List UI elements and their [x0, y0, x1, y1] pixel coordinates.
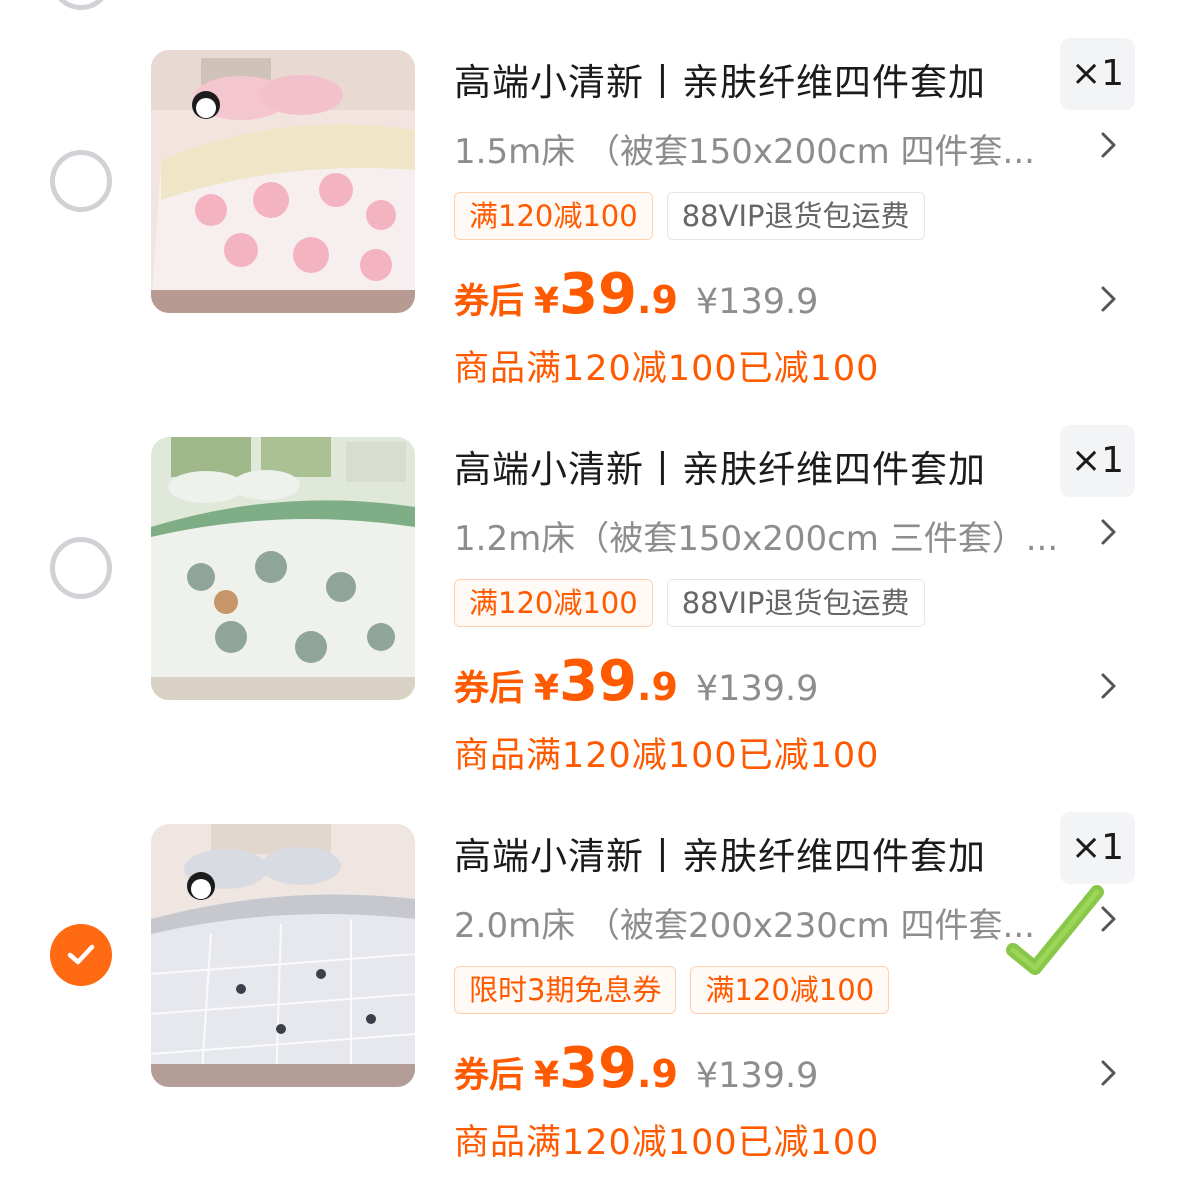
price-prefix: 券后 [454, 669, 525, 709]
discount-note: 商品满120减100已减100 [454, 1123, 880, 1163]
discount-note: 商品满120减100已减100 [454, 349, 880, 389]
price-prefix: 券后 [454, 1056, 525, 1096]
original-price: ¥139.9 [695, 669, 819, 709]
price-decimal: .9 [637, 665, 678, 709]
sku-selector[interactable]: 1.5m床 （被套150x200cm 四件套... [454, 124, 1035, 173]
price-currency: ¥ [534, 668, 560, 709]
tag-list: 限时3期免息券 满120减100 [454, 966, 890, 1014]
sku-selector[interactable]: 2.0m床 （被套200x230cm 四件套... [454, 898, 1035, 947]
promo-tag: 满120减100 [454, 192, 653, 240]
cart-item: 高端小清新丨亲肤纤维四件套加 ×1 1.2m床（被套150x200cm 三件套）… [0, 387, 1179, 776]
product-title[interactable]: 高端小清新丨亲肤纤维四件套加 [454, 439, 986, 493]
chevron-right-icon[interactable] [1098, 671, 1120, 701]
quantity-badge[interactable]: ×1 [1060, 425, 1135, 497]
promo-tag: 满120减100 [690, 966, 890, 1014]
chevron-right-icon[interactable] [1098, 130, 1120, 160]
chevron-right-icon[interactable] [1098, 1058, 1120, 1088]
chevron-right-icon[interactable] [1098, 284, 1120, 314]
cart-item: 高端小清新丨亲肤纤维四件套加 ×1 2.0m床 （被套200x230cm 四件套… [0, 774, 1179, 1163]
service-tag: 88VIP退货包运费 [666, 579, 925, 627]
sku-selector[interactable]: 1.2m床（被套150x200cm 三件套）... [454, 511, 1058, 560]
promo-tag: 满120减100 [454, 579, 653, 627]
product-title[interactable]: 高端小清新丨亲肤纤维四件套加 [454, 826, 986, 880]
price-currency: ¥ [534, 281, 560, 322]
price-row: 券后 ¥ 39 .9 ¥139.9 [454, 262, 818, 327]
tag-list: 满120减100 88VIP退货包运费 [454, 192, 925, 240]
quantity-badge[interactable]: ×1 [1060, 812, 1135, 884]
product-image[interactable] [151, 437, 415, 700]
price-prefix: 券后 [454, 282, 525, 322]
original-price: ¥139.9 [695, 282, 819, 322]
original-price: ¥139.9 [695, 1056, 819, 1096]
price-integer: 39 [559, 649, 638, 714]
tag-list: 满120减100 88VIP退货包运费 [454, 579, 925, 627]
price-row: 券后 ¥ 39 .9 ¥139.9 [454, 1036, 818, 1101]
coupon-tag: 限时3期免息券 [454, 966, 677, 1014]
price-currency: ¥ [534, 1055, 560, 1096]
price-integer: 39 [559, 1036, 638, 1101]
product-image[interactable] [151, 50, 415, 313]
product-title[interactable]: 高端小清新丨亲肤纤维四件套加 [454, 52, 986, 106]
discount-note: 商品满120减100已减100 [454, 736, 880, 776]
product-image[interactable] [151, 824, 415, 1087]
select-radio[interactable] [50, 537, 112, 599]
quantity-badge[interactable]: ×1 [1060, 38, 1135, 110]
select-radio-checked[interactable] [50, 924, 112, 986]
cart-item: 高端小清新丨亲肤纤维四件套加 ×1 1.5m床 （被套150x200cm 四件套… [0, 0, 1179, 389]
checkmark-icon [67, 944, 95, 965]
green-check-icon [1005, 878, 1105, 978]
price-decimal: .9 [637, 278, 678, 322]
price-decimal: .9 [637, 1052, 678, 1096]
price-integer: 39 [559, 262, 638, 327]
chevron-right-icon[interactable] [1098, 517, 1120, 547]
price-row: 券后 ¥ 39 .9 ¥139.9 [454, 649, 818, 714]
select-radio[interactable] [50, 150, 112, 212]
service-tag: 88VIP退货包运费 [666, 192, 925, 240]
